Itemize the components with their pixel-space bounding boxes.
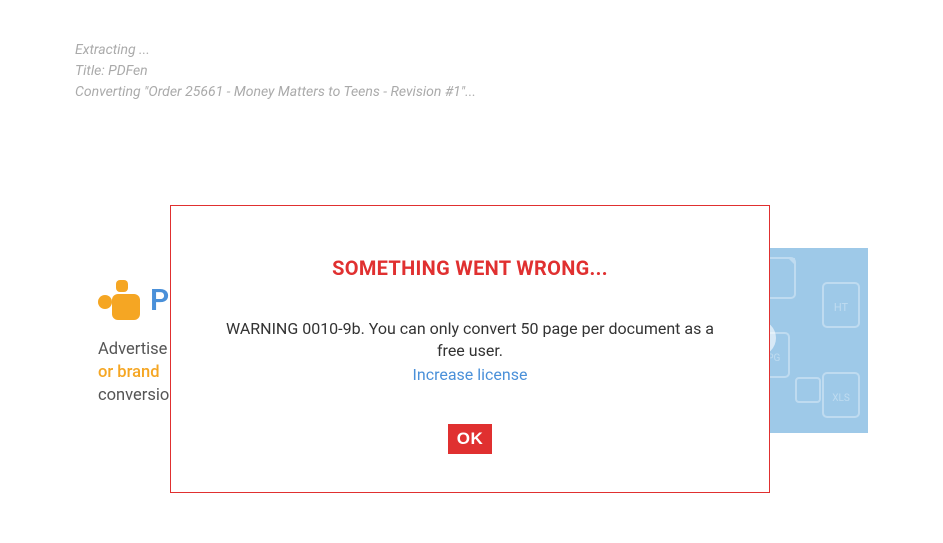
error-modal: SOMETHING WENT WRONG... WARNING 0010-9b.…: [170, 205, 770, 493]
promo-highlight: or brand: [98, 363, 160, 382]
increase-license-link[interactable]: Increase license: [413, 365, 528, 384]
modal-warning-text: WARNING 0010-9b. You can only convert 50…: [221, 318, 719, 363]
status-line: Title: PDFen: [75, 61, 476, 82]
logo-icon: [98, 280, 142, 320]
status-log: Extracting ... Title: PDFen Converting "…: [75, 40, 476, 103]
promo-line: conversio: [98, 386, 169, 405]
modal-title: SOMETHING WENT WRONG...: [332, 256, 608, 280]
status-line: Converting "Order 25661 - Money Matters …: [75, 82, 476, 103]
promo-line: Advertise: [98, 340, 167, 359]
status-line: Extracting ...: [75, 40, 476, 61]
ok-button[interactable]: OK: [448, 424, 493, 454]
logo-text: P: [150, 283, 170, 318]
